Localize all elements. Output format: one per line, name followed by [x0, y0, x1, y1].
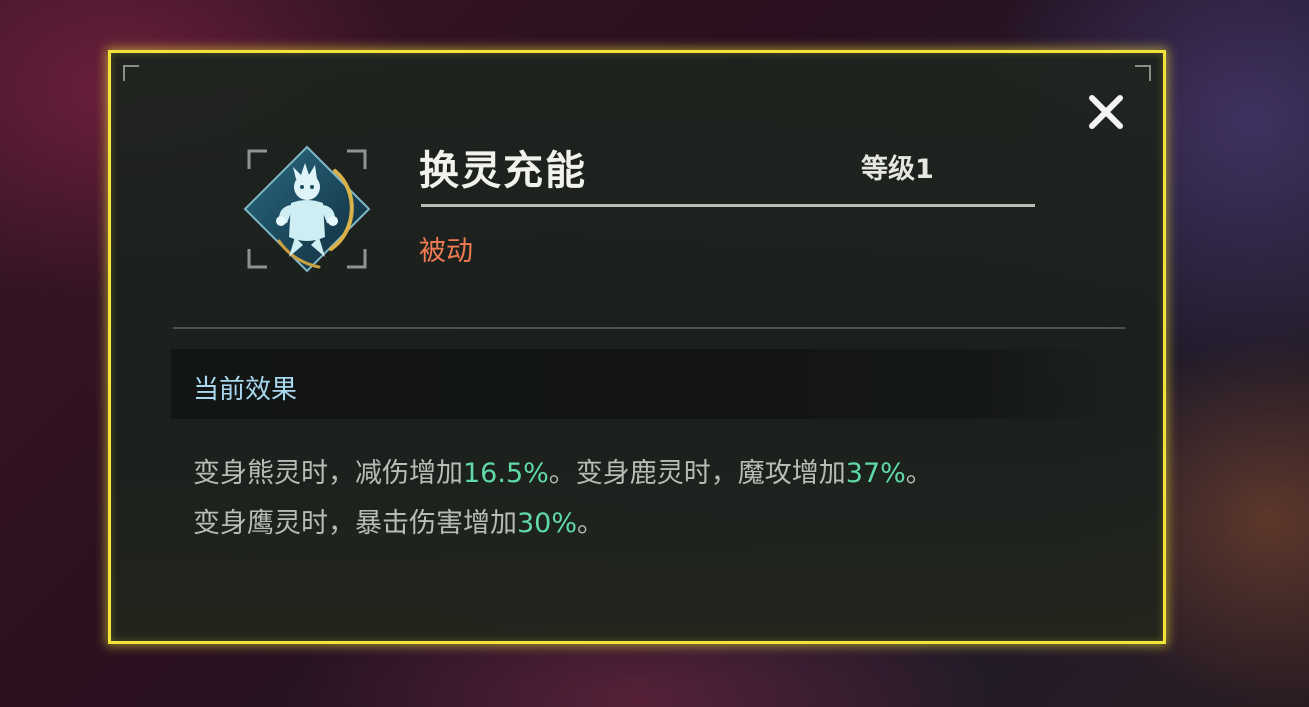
effect-line-1: 变身熊灵时，减伤增加16.5%。变身鹿灵时，魔攻增加37%。	[193, 449, 1113, 499]
skill-level: 等级1	[861, 154, 934, 185]
effect-line-2: 变身鹰灵时，暴击伤害增加30%。	[193, 499, 1113, 549]
title-divider	[421, 204, 1035, 207]
effect-description: 变身熊灵时，减伤增加16.5%。变身鹿灵时，魔攻增加37%。 变身鹰灵时，暴击伤…	[193, 449, 1113, 549]
current-effect-header	[171, 349, 1111, 419]
effect-value: 16.5%	[463, 458, 549, 489]
skill-name: 换灵充能	[419, 148, 587, 194]
close-icon	[1089, 95, 1123, 129]
bear-spirit-skill-icon	[243, 145, 371, 273]
frame-corner-top-right	[1135, 65, 1151, 81]
effect-text: 。	[905, 458, 933, 489]
effect-value: 30%	[517, 508, 578, 539]
skill-icon-frame	[239, 141, 375, 277]
effect-text: 。	[577, 508, 605, 539]
current-effect-title: 当前效果	[193, 375, 298, 405]
frame-corner-top-left	[123, 65, 139, 81]
effect-text: 变身熊灵时，减伤增加	[193, 458, 463, 489]
effect-text: 。变身鹿灵时，魔攻增加	[548, 458, 846, 489]
skill-detail-dialog: 换灵充能 等级1 被动 当前效果 变身熊灵时，减伤增加16.5%。变身鹿灵时，魔…	[108, 50, 1166, 644]
skill-type-label: 被动	[419, 236, 473, 267]
effect-text: 变身鹰灵时，暴击伤害增加	[193, 508, 517, 539]
close-button[interactable]	[1081, 87, 1131, 137]
section-divider	[173, 327, 1125, 329]
effect-value: 37%	[845, 458, 906, 489]
